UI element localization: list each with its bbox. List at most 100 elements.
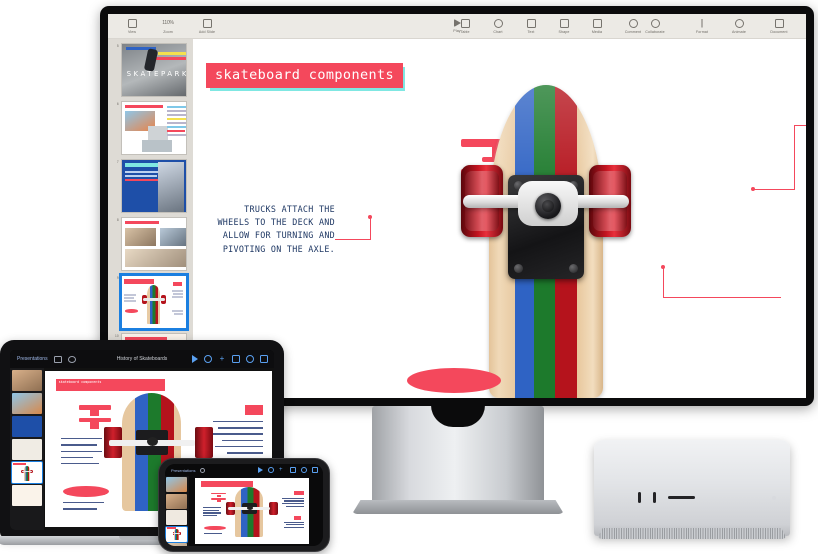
zoom-icon[interactable]	[67, 355, 76, 363]
toolbar-collaborate-button[interactable]: Collaborate	[635, 18, 675, 34]
list-item-selected[interactable]	[11, 461, 43, 484]
thunderbolt-port-1	[638, 492, 641, 503]
current-slide[interactable]: skateboard components TRUCKS ATTACH THE …	[193, 39, 806, 398]
media-icon[interactable]	[232, 355, 240, 363]
zoom-icon[interactable]	[200, 467, 206, 473]
toolbar-media-label: Media	[591, 29, 603, 34]
thunderbolt-port-2	[653, 492, 656, 503]
document-icon	[774, 18, 784, 28]
slide-thumbnail-photo-grid[interactable]	[120, 217, 187, 271]
toolbar-table-button[interactable]: Table	[453, 18, 477, 34]
leader-line-bearings	[794, 125, 806, 126]
list-item[interactable]	[166, 510, 187, 525]
slide-title-group[interactable]: skateboard components	[206, 63, 405, 91]
leader-line-bearings-v	[794, 125, 795, 189]
toolbar-text-label: Text	[527, 29, 535, 34]
format-icon	[701, 18, 703, 28]
iphone-toolbar-right: +	[258, 467, 318, 473]
presentations-back-label[interactable]: Presentations	[17, 356, 48, 362]
list-item[interactable]	[166, 477, 187, 492]
slide-number: 6	[116, 102, 119, 106]
presentations-back-label[interactable]: Presentations	[171, 468, 195, 473]
media-icon	[592, 18, 602, 28]
slide-number: 7	[116, 160, 119, 164]
toolbar-collaborate-label: Collaborate	[645, 29, 665, 34]
macbook-keynote-topbar: Presentations History of Skateboards +	[10, 350, 274, 368]
leader-line-trucks	[335, 239, 371, 240]
add-slide-icon	[202, 18, 212, 28]
collaborate-icon[interactable]	[268, 467, 274, 473]
add-icon[interactable]: +	[218, 355, 226, 363]
truck-hanger	[463, 181, 629, 226]
format-icon[interactable]	[301, 467, 307, 473]
collaborate-icon[interactable]	[204, 355, 212, 363]
list-item[interactable]	[12, 370, 42, 391]
list-item[interactable]	[12, 416, 42, 437]
keynote-toolbar: View 110% Zoom Add Slide Play Table Char…	[108, 14, 806, 39]
slide-title-text[interactable]: skateboard components	[206, 63, 404, 88]
toolbar-add-slide-label: Add Slide	[198, 29, 216, 34]
list-item[interactable]	[166, 543, 187, 546]
more-icon[interactable]	[312, 467, 318, 473]
iphone-screen: Presentations +	[165, 464, 323, 546]
list-item-selected[interactable]	[165, 525, 188, 543]
navigator-slide-item[interactable]: 7	[114, 159, 187, 213]
device-lineup-scene: View 110% Zoom Add Slide Play Table Char…	[0, 0, 818, 554]
media-icon[interactable]	[290, 467, 296, 473]
list-item[interactable]	[12, 485, 42, 506]
sidebar-toggle-icon[interactable]	[53, 355, 62, 363]
macbook-document-title: History of Skateboards	[116, 356, 168, 362]
mac-studio-vent	[597, 528, 787, 539]
toolbar-animate-button[interactable]: Animate	[725, 18, 753, 34]
slide-canvas-area[interactable]: skateboard components TRUCKS ATTACH THE …	[193, 39, 806, 398]
chart-icon	[493, 18, 503, 28]
toolbar-view-button[interactable]: View	[120, 18, 144, 34]
leader-dot-trucks	[368, 215, 372, 219]
toolbar-shape-button[interactable]: Shape	[552, 18, 576, 34]
toolbar-chart-button[interactable]: Chart	[486, 18, 510, 34]
leader-line-screws	[663, 297, 781, 298]
navigator-slide-item[interactable]: 6	[114, 101, 187, 155]
usb-port	[668, 496, 695, 499]
toolbar-media-button[interactable]: Media	[585, 18, 609, 34]
leader-line-trucks-v	[370, 217, 371, 240]
shape-icon	[559, 18, 569, 28]
iphone-slide-navigator[interactable]	[165, 476, 189, 546]
toolbar-format-button[interactable]: Format	[688, 18, 716, 34]
zoom-icon: 110%	[162, 20, 174, 26]
navigator-slide-item[interactable]: 5 SKATEPARKS	[114, 43, 187, 97]
skateboard-image	[461, 85, 631, 398]
list-item[interactable]	[12, 439, 42, 460]
iphone-device: Presentations +	[158, 458, 330, 552]
callout-trucks[interactable]: TRUCKS ATTACH THE WHEELS TO THE DECK AND…	[211, 203, 335, 256]
toolbar-zoom-button[interactable]: 110% Zoom	[153, 19, 183, 34]
macbook-slide-navigator[interactable]	[10, 368, 44, 530]
toolbar-zoom-label: Zoom	[163, 29, 173, 34]
slide-thumbnail-skateboard-components[interactable]	[118, 273, 190, 331]
navigator-slide-item[interactable]: 8	[114, 217, 187, 271]
navigator-slide-item-selected[interactable]: 9	[114, 273, 190, 331]
table-icon	[460, 18, 470, 28]
iphone-keynote-content	[165, 476, 323, 546]
slide-number: 8	[116, 218, 119, 222]
format-icon[interactable]	[246, 355, 254, 363]
animate-icon	[734, 18, 744, 28]
play-icon[interactable]	[258, 467, 263, 473]
slide-thumbnail-skate-photos[interactable]	[120, 101, 187, 155]
list-item[interactable]	[166, 493, 187, 509]
slide-number: 9	[116, 276, 119, 280]
slide-thumbnail-skate-parks[interactable]: SKATEPARKS	[120, 43, 187, 97]
toolbar-add-slide-button[interactable]: Add Slide	[192, 18, 222, 34]
more-icon[interactable]	[260, 355, 268, 363]
slide-number: 10	[115, 334, 119, 338]
play-icon[interactable]	[192, 355, 198, 363]
macbook-toolbar-right: +	[192, 355, 268, 363]
iphone-current-slide[interactable]	[195, 478, 309, 544]
list-item[interactable]	[12, 393, 42, 414]
add-icon[interactable]: +	[279, 467, 285, 473]
leader-line-screws-v	[663, 267, 664, 298]
toolbar-document-button[interactable]: Document	[762, 18, 796, 34]
display-stand-foot	[352, 500, 564, 514]
slide-thumbnail-blue-info[interactable]	[120, 159, 187, 213]
toolbar-text-button[interactable]: Text	[519, 18, 543, 34]
